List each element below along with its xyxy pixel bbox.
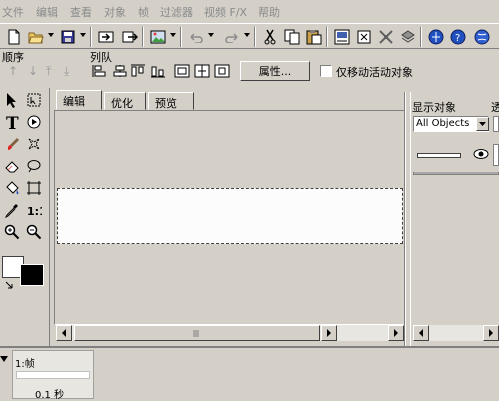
- scroll-right-icon[interactable]: [321, 325, 337, 341]
- redo-dropdown-icon[interactable]: [244, 33, 250, 37]
- zoom-out-tool-icon[interactable]: [24, 222, 44, 242]
- tool-palette: T 1:1: [0, 88, 50, 346]
- show-objects-label: 显示对象: [412, 101, 456, 114]
- pointer-tool-icon[interactable]: [2, 90, 22, 110]
- only-move-active-label: 仅移动活动对象: [336, 66, 413, 79]
- queue-label: 列队: [90, 51, 112, 64]
- timeline-marker: [0, 352, 10, 362]
- objects-scroll-left-icon[interactable]: [413, 325, 429, 341]
- new-file-icon[interactable]: [4, 27, 24, 46]
- transform-frame-tool-icon[interactable]: [24, 178, 44, 198]
- menu-video-fx[interactable]: 视频 F/X: [204, 4, 247, 20]
- transparency-label: 透: [491, 101, 499, 114]
- publish-icon[interactable]: [332, 27, 352, 46]
- only-move-active-checkbox[interactable]: [320, 65, 332, 77]
- globe-icon[interactable]: [472, 27, 492, 46]
- open-folder-icon[interactable]: [26, 27, 46, 46]
- redo-icon[interactable]: [222, 27, 242, 46]
- frame-thumbnail: [16, 371, 90, 379]
- distribute-h-icon[interactable]: [174, 64, 190, 78]
- text-tool-icon[interactable]: T: [2, 112, 22, 132]
- layer-row[interactable]: [413, 140, 499, 172]
- transform-icon[interactable]: [376, 27, 396, 46]
- frame-cell[interactable]: 1:帧 0.1 秒: [12, 350, 94, 401]
- horizontal-scrollbar[interactable]: [56, 325, 404, 341]
- preview-icon[interactable]: [148, 27, 168, 46]
- export-icon[interactable]: [120, 27, 140, 46]
- scroll-right-end-icon[interactable]: [388, 325, 404, 341]
- align-bottom-icon[interactable]: [150, 64, 166, 78]
- move-top-icon[interactable]: ⤒: [46, 64, 51, 79]
- motion-tool-icon[interactable]: [24, 112, 44, 132]
- crop-select-tool-icon[interactable]: [24, 90, 44, 110]
- move-down-icon[interactable]: ↓: [28, 64, 38, 78]
- menu-frame[interactable]: 帧: [138, 4, 149, 20]
- menu-edit[interactable]: 编辑: [36, 4, 58, 20]
- svg-text:?: ?: [455, 33, 460, 44]
- tab-edit[interactable]: 编辑: [56, 90, 102, 110]
- menu-filters[interactable]: 过滤器: [160, 4, 193, 20]
- frame-label: 1:帧: [15, 359, 35, 370]
- undo-icon[interactable]: [186, 27, 206, 46]
- svg-text:1:1: 1:1: [27, 205, 42, 217]
- objects-horizontal-scrollbar[interactable]: [413, 325, 499, 341]
- lasso-tool-icon[interactable]: [24, 134, 44, 154]
- cut-icon[interactable]: [260, 27, 280, 46]
- menu-view[interactable]: 查看: [70, 4, 92, 20]
- objects-scroll-right-icon[interactable]: [483, 325, 499, 341]
- menu-file[interactable]: 文件: [2, 4, 24, 20]
- paint-bucket-tool-icon[interactable]: [2, 178, 22, 198]
- open-dropdown-icon[interactable]: [48, 33, 54, 37]
- web-icon[interactable]: [426, 27, 446, 46]
- scroll-left-icon[interactable]: [56, 325, 72, 341]
- menubar: 文件 编辑 查看 对象 帧 过滤器 视频 F/X 帮助: [0, 0, 499, 22]
- help-icon[interactable]: ?: [448, 27, 468, 46]
- eyedropper-tool-icon[interactable]: [2, 200, 22, 220]
- move-bottom-icon[interactable]: ⤓: [64, 64, 69, 79]
- save-dropdown-icon[interactable]: [80, 33, 86, 37]
- save-icon[interactable]: [58, 27, 78, 46]
- align-right-icon[interactable]: [130, 64, 146, 78]
- actual-size-tool-icon[interactable]: 1:1: [24, 200, 44, 220]
- fill-color-swatch[interactable]: [20, 264, 44, 286]
- menu-help[interactable]: 帮助: [258, 4, 280, 20]
- same-size-icon[interactable]: [214, 64, 230, 78]
- align-center-h-icon[interactable]: [112, 64, 128, 78]
- layer-icon[interactable]: [398, 27, 418, 46]
- distribute-v-icon[interactable]: [194, 64, 210, 78]
- chevron-down-icon[interactable]: [476, 117, 489, 131]
- eraser-tool-icon[interactable]: [2, 156, 22, 176]
- stage[interactable]: [57, 188, 403, 244]
- align-left-icon[interactable]: [92, 64, 108, 78]
- transparency-field[interactable]: [493, 116, 499, 132]
- preview-dropdown-icon[interactable]: [170, 33, 176, 37]
- move-up-icon[interactable]: ↑: [8, 64, 18, 78]
- main-toolbar: ?: [0, 23, 499, 49]
- import-icon[interactable]: [96, 27, 116, 46]
- zoom-in-tool-icon[interactable]: [2, 222, 22, 242]
- panel-divider[interactable]: [404, 92, 406, 346]
- copy-icon[interactable]: [282, 27, 302, 46]
- layer-thumbnail: [417, 153, 461, 158]
- undo-dropdown-icon[interactable]: [208, 33, 214, 37]
- horizontal-scroll-thumb[interactable]: [74, 325, 320, 341]
- ellipse-tool-icon[interactable]: [24, 156, 44, 176]
- eye-icon[interactable]: [473, 148, 489, 160]
- brush-tool-icon[interactable]: [2, 134, 22, 154]
- paste-icon[interactable]: [304, 27, 324, 46]
- svg-text:T: T: [6, 114, 19, 130]
- tab-optimize[interactable]: 优化: [104, 92, 146, 110]
- frame-icon[interactable]: [354, 27, 374, 46]
- menu-object[interactable]: 对象: [104, 4, 126, 20]
- order-label: 顺序: [2, 51, 24, 64]
- properties-button[interactable]: 属性...: [240, 61, 310, 81]
- swap-colors-icon[interactable]: [4, 280, 14, 290]
- layer-lock-cell[interactable]: [493, 144, 499, 166]
- tab-preview[interactable]: 预览: [148, 92, 194, 110]
